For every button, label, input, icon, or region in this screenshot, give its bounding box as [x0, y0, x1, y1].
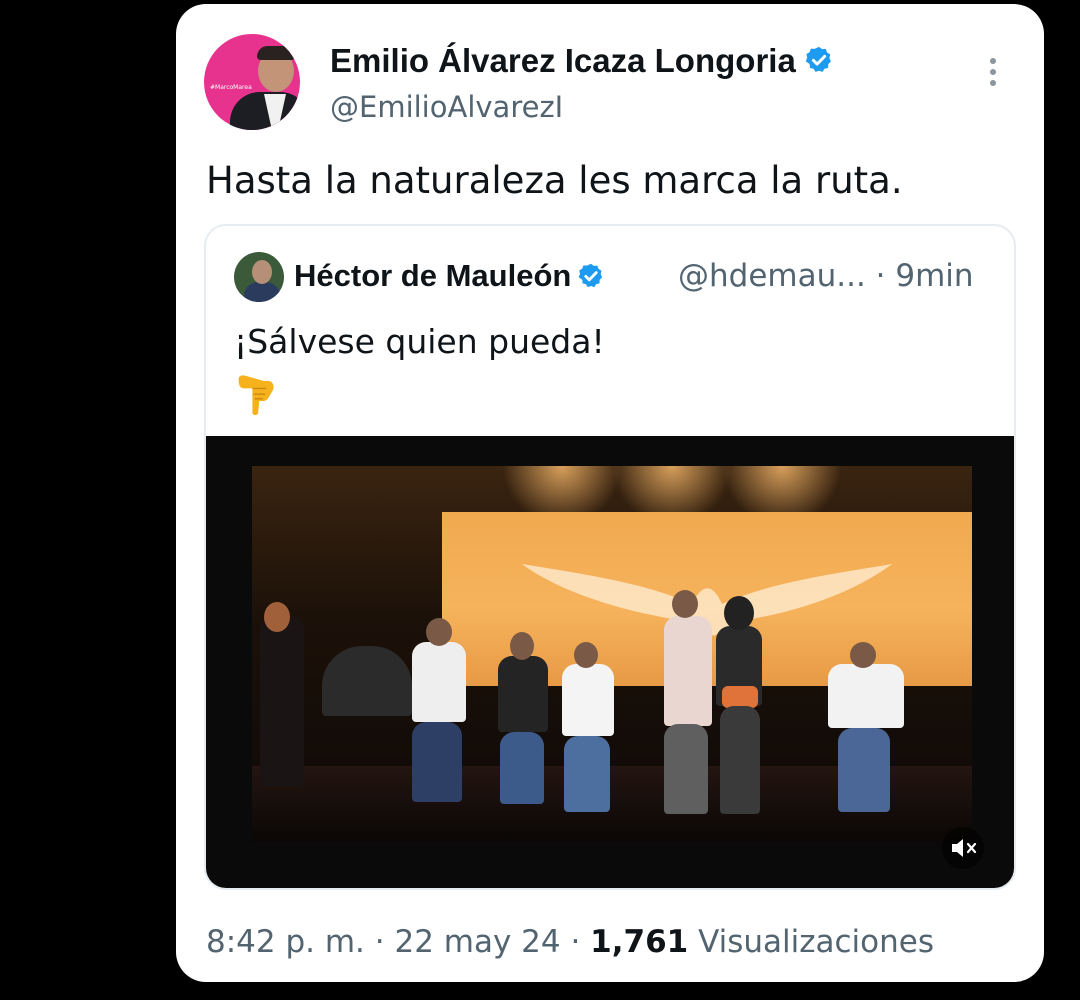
quoted-tweet-text: ¡Sálvese quien pueda! — [234, 322, 605, 361]
tweet-timestamp[interactable]: 8:42 p. m. · 22 may 24 · — [206, 924, 590, 960]
author-name[interactable]: Emilio Álvarez Icaza Longoria — [330, 42, 834, 80]
quoted-handle-time: @hdemau... · 9min — [678, 258, 974, 294]
quoted-author-avatar[interactable] — [234, 252, 284, 302]
avatar-tag: #MarcoMarea — [210, 84, 252, 91]
verified-badge-icon — [805, 46, 831, 72]
tweet-meta: 8:42 p. m. · 22 may 24 · 1,761 Visualiza… — [206, 924, 934, 960]
views-label: Visualizaciones — [688, 924, 935, 960]
author-name-text[interactable]: Emilio Álvarez Icaza Longoria — [330, 42, 796, 79]
video-player[interactable] — [206, 436, 1014, 888]
tweet-text: Hasta la naturaleza les marca la ruta. — [206, 159, 903, 202]
author-handle[interactable]: @EmilioAlvarezI — [330, 90, 563, 124]
quoted-author-name[interactable]: Héctor de Mauleón — [294, 258, 605, 294]
tweet-card[interactable]: #MarcoMarea Emilio Álvarez Icaza Longori… — [176, 4, 1044, 982]
quoted-verified-badge-icon — [578, 263, 603, 288]
more-options-icon[interactable] — [990, 58, 998, 94]
views-count: 1,761 — [590, 924, 689, 960]
video-frame[interactable] — [252, 466, 972, 842]
quoted-tweet[interactable]: Héctor de Mauleón @hdemau... · 9min ¡Sál… — [204, 224, 1016, 890]
author-avatar[interactable]: #MarcoMarea — [204, 34, 300, 130]
mute-icon[interactable] — [941, 826, 985, 870]
pointing-down-emoji-icon — [238, 375, 274, 416]
quoted-author-name-text: Héctor de Mauleón — [294, 258, 572, 293]
